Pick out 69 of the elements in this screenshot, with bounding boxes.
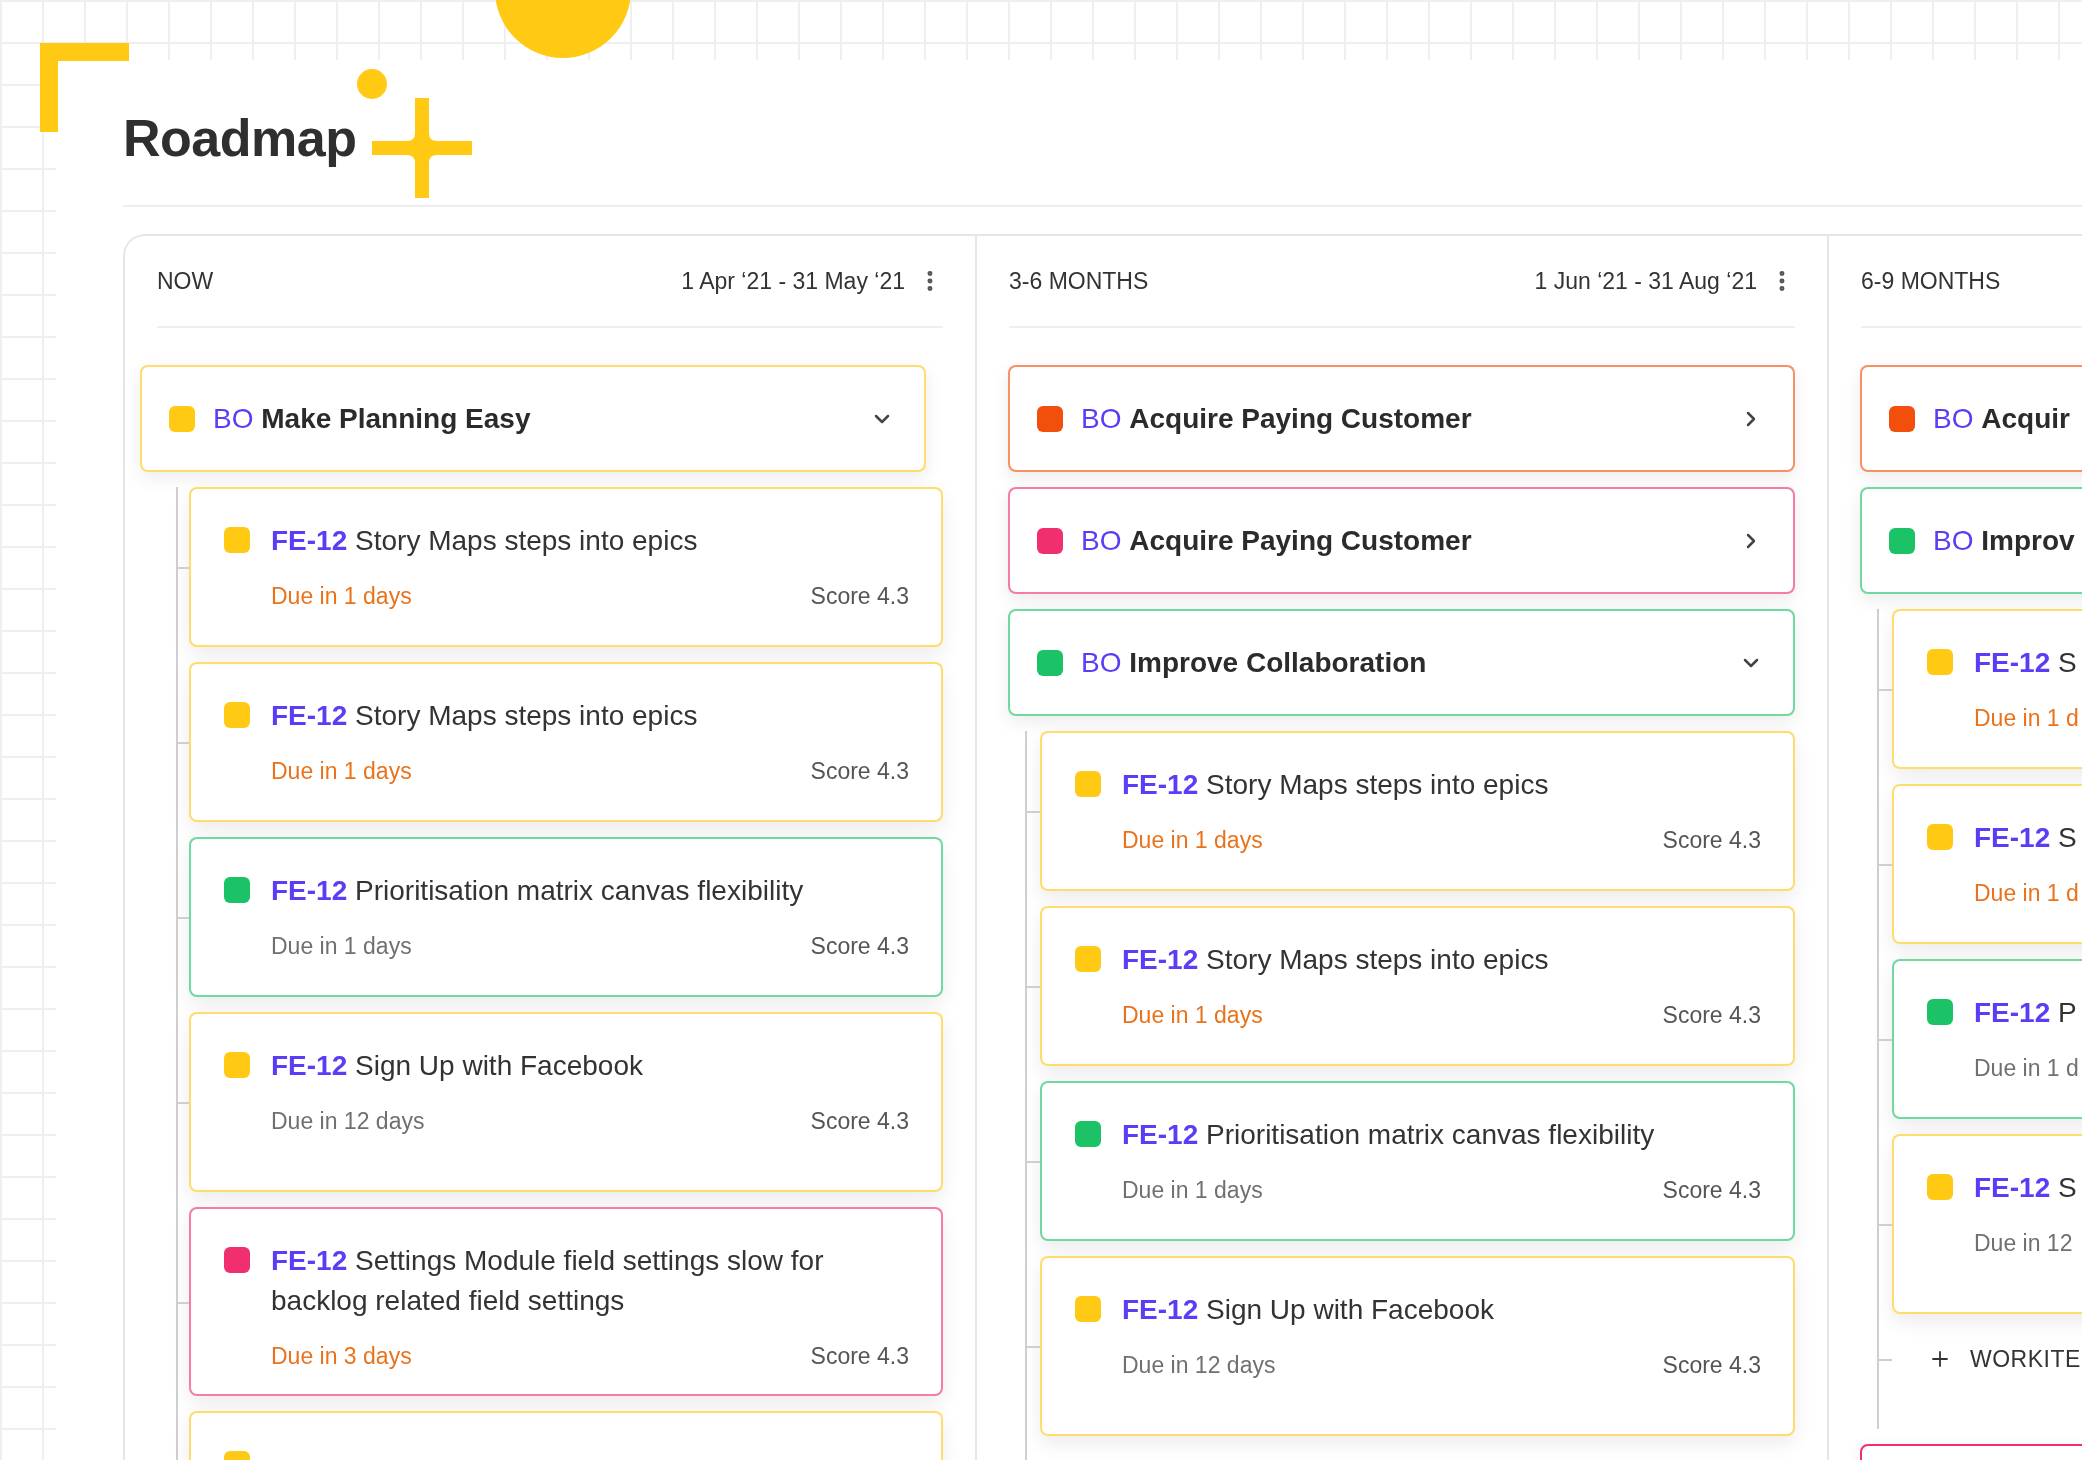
due-date: Due in 1 days	[1122, 1177, 1263, 1204]
column-title: 6-9 MONTHS	[1861, 267, 2002, 295]
objective-title: BO Acquire Paying Customer	[1081, 524, 1473, 557]
score: Score 4.3	[810, 583, 909, 610]
objective-card[interactable]: BO Acquire Paying Customer	[1008, 487, 1795, 594]
work-item-card[interactable]: FE-12 Settings Module field settings slow for backlog related field settings Due in 3 days Score 4.3	[189, 1207, 943, 1396]
work-item-title: FE-12 Sign Up with Facebook	[1122, 1293, 1494, 1327]
objective-title: BO Acquire Paying Customer	[1081, 402, 1473, 435]
work-item-card[interactable]: FE-12 Story Maps steps into epics Due in 1 days Score 4.3	[1040, 731, 1795, 891]
score: Score 4.3	[810, 1108, 909, 1135]
work-item-title: FE-12 P	[1974, 996, 2077, 1030]
work-item-card[interactable]: FE-12 S Due in 12	[1892, 1134, 2082, 1314]
score: Score 4.3	[1662, 827, 1761, 854]
due-date: Due in 1 days	[271, 758, 412, 785]
objective-card[interactable]: BO Improv	[1860, 487, 2082, 594]
due-date: Due in 1 days	[271, 933, 412, 960]
due-date: Due in 1 d	[1974, 1055, 2079, 1082]
due-date: Due in 1 days	[1122, 827, 1263, 854]
date-range: 1 Jun ‘21 - 31 Aug ‘21	[1534, 267, 1757, 295]
due-date: Due in 12 days	[271, 1108, 425, 1135]
work-item-title: FE-12 S	[1974, 1171, 2077, 1205]
score: Score 4.3	[1662, 1177, 1761, 1204]
work-item-card[interactable]: FE-12 Prioritisation matrix canvas flexibility Due in 1 days Score 4.3	[189, 837, 943, 997]
work-item-title: FE-12 Settings Module field settings slow for backlog related field settings	[271, 1244, 825, 1318]
work-item-card[interactable]: FE-12 Prioritisation matrix canvas flexibility Due in 1 days Score 4.3	[1040, 1081, 1795, 1241]
score: Score 4.3	[1662, 1002, 1761, 1029]
work-item-card[interactable]: FE-12 S Due in 1 d	[1892, 784, 2082, 944]
objective-card[interactable]: BO Make Planning Easy	[140, 365, 926, 472]
work-item-title: FE-12 Story Maps steps into epics	[1122, 768, 1549, 802]
due-date: Due in 1 d	[1974, 880, 2079, 907]
due-date: Due in 1 days	[271, 583, 412, 610]
objective-card[interactable]: BO Improve Collaboration	[1008, 609, 1795, 716]
objective-title: BO Make Planning Easy	[213, 402, 532, 435]
work-item-title: FE-12 Prioritisation matrix canvas flexibility	[1122, 1118, 1655, 1152]
work-item-title: FE-12 Story Maps steps into epics	[271, 524, 698, 558]
objective-card[interactable]: BO Acquire Paying Customer	[1008, 365, 1795, 472]
work-item-title: FE-12 Sign Up with Facebook	[271, 1049, 643, 1083]
score: Score 4.3	[810, 1343, 909, 1370]
dot-decoration	[357, 69, 387, 99]
work-item-card[interactable]: FE-12 Story Maps steps into epics Due in 1 days Score 4.3	[1040, 906, 1795, 1066]
score: Score 4.3	[810, 758, 909, 785]
work-item-card[interactable]: FE-12 Sign Up with Facebook Due in 12 days Score 4.3	[1040, 1256, 1795, 1436]
column-title: 3-6 MONTHS	[1009, 267, 1150, 295]
add-workitem-link[interactable]: WORKITE	[1970, 1345, 2081, 1373]
due-date: Due in 12 days	[1122, 1352, 1276, 1379]
work-item-card[interactable]: FE-12 Story Maps steps into epics Due in 1 days Score 4.3	[189, 487, 943, 647]
work-item-card[interactable]: FE-12 Story Maps steps into epics Due in 1 days Score 4.3	[189, 662, 943, 822]
due-date: Due in 3 days	[271, 1343, 412, 1370]
objective-title: BO Improve Collaboration	[1081, 646, 1428, 679]
score: Score 4.3	[1662, 1352, 1761, 1379]
page-title: Roadmap	[123, 107, 357, 168]
work-item-title: FE-12 S	[1974, 646, 2077, 680]
work-item-title: FE-12 S	[1974, 821, 2077, 855]
due-date: Due in 1 d	[1974, 705, 2079, 732]
score: Score 4.3	[810, 933, 909, 960]
objective-card[interactable]: BO Acquir	[1860, 365, 2082, 472]
work-item-card[interactable]: FE-12 S Due in 1 d	[1892, 609, 2082, 769]
due-date: Due in 1 days	[1122, 1002, 1263, 1029]
date-range: 1 Apr ‘21 - 31 May ‘21	[681, 267, 905, 295]
due-date: Due in 12	[1974, 1230, 2073, 1257]
work-item-title: FE-12 Prioritisation matrix canvas flexibility	[271, 874, 804, 908]
sparkle-icon	[372, 98, 472, 198]
work-item-title: FE-12 Story Maps steps into epics	[271, 699, 698, 733]
objective-title: BO Acquir	[1933, 402, 2071, 435]
column-title: NOW	[157, 267, 215, 295]
work-item-title: FE-12 Story Maps steps into epics	[1122, 943, 1549, 977]
work-item-card[interactable]: FE-12 Sign Up with Facebook Due in 12 days Score 4.3	[189, 1012, 943, 1192]
work-item-card[interactable]: FE-12 P Due in 1 d	[1892, 959, 2082, 1119]
objective-title: BO Improv	[1933, 524, 2076, 557]
